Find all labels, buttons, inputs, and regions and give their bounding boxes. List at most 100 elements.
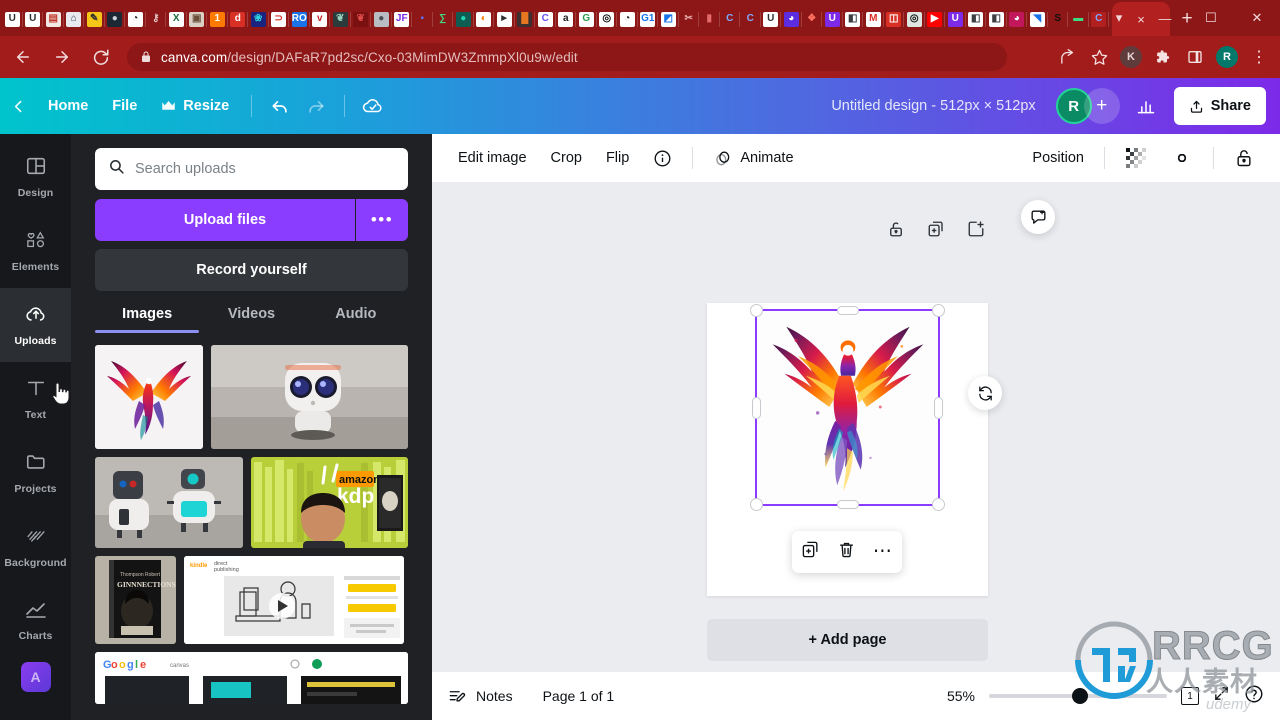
lock-icon[interactable] — [1222, 141, 1266, 175]
tab-book-red[interactable]: ◫ — [884, 5, 905, 33]
record-yourself-button[interactable]: Record yourself — [95, 249, 408, 291]
position-button[interactable]: Position — [1020, 141, 1096, 175]
animate-button[interactable]: Animate — [701, 141, 805, 175]
bookmark-star-icon[interactable] — [1084, 42, 1114, 72]
forward-icon[interactable] — [46, 41, 78, 73]
sidebar-app-tile[interactable]: A — [20, 662, 51, 692]
tab-doc-white-3[interactable]: ◧ — [986, 5, 1007, 33]
upload-thumb-google-search[interactable]: G o o g l e canvas — [95, 652, 408, 704]
upload-more-button[interactable]: ••• — [356, 199, 408, 241]
tab-g-green[interactable]: G — [576, 5, 597, 33]
tab-leaf[interactable]: ❦ — [330, 5, 351, 33]
crop-button[interactable]: Crop — [539, 141, 594, 175]
redo-icon[interactable] — [298, 88, 334, 124]
tab-sigma[interactable]: ∑ — [433, 5, 454, 33]
page-lock-icon[interactable] — [887, 220, 905, 243]
tab-key[interactable]: ⚷ — [146, 5, 167, 33]
tab-globe-2[interactable]: ◔ — [617, 5, 638, 33]
resize-handle-bottom-right[interactable] — [932, 498, 945, 511]
zoom-slider-knob[interactable] — [1072, 688, 1088, 704]
tab-search-chevron-icon[interactable]: ▾ — [1096, 0, 1142, 36]
tab-openai-2[interactable]: ◎ — [904, 5, 925, 33]
add-collaborator-button[interactable]: + — [1083, 88, 1120, 124]
close-window-button[interactable]: ✕ — [1234, 0, 1280, 36]
tab-s-dark[interactable]: S — [1048, 5, 1069, 33]
selection-box[interactable] — [750, 304, 945, 511]
tab-face[interactable]: ● — [105, 5, 126, 33]
tab-excel[interactable]: X — [166, 5, 187, 33]
share-button[interactable]: Share — [1173, 87, 1266, 125]
upload-files-button[interactable]: Upload files — [95, 199, 355, 241]
side-panel-icon[interactable] — [1180, 42, 1210, 72]
tab-bag[interactable]: ▣ — [187, 5, 208, 33]
sidebar-item-projects[interactable]: Projects — [0, 436, 71, 510]
tab-d-red[interactable]: d — [228, 5, 249, 33]
profile-chip-k[interactable]: K — [1116, 42, 1146, 72]
notes-button[interactable]: Notes — [448, 687, 513, 706]
tab-eagle[interactable]: ► — [494, 5, 515, 33]
reload-icon[interactable] — [85, 41, 117, 73]
tab-v-red[interactable]: v — [310, 5, 331, 33]
help-icon[interactable] — [1244, 684, 1264, 709]
file-menu-button[interactable]: File — [100, 88, 149, 124]
tab-doc-white-2[interactable]: ◧ — [966, 5, 987, 33]
edit-image-button[interactable]: Edit image — [446, 141, 539, 175]
tab-blue-doc[interactable]: ◩ — [658, 5, 679, 33]
resize-handle-right[interactable] — [934, 396, 943, 419]
tab-amazon[interactable]: a — [556, 5, 577, 33]
undo-icon[interactable] — [262, 88, 298, 124]
tab-audio[interactable]: Audio — [304, 306, 408, 333]
share-icon[interactable] — [1052, 42, 1082, 72]
tab-c-2[interactable]: C — [740, 5, 761, 33]
tab-c-purple[interactable]: C — [535, 5, 556, 33]
tab-sail[interactable]: ◥ — [1027, 5, 1048, 33]
extensions-puzzle-icon[interactable] — [1148, 42, 1178, 72]
tab-udemy-5[interactable]: U — [945, 5, 966, 33]
sidebar-item-background[interactable]: Background — [0, 510, 71, 584]
search-input[interactable] — [135, 161, 395, 177]
rotate-button[interactable] — [968, 376, 1002, 410]
browser-menu-icon[interactable]: ⋮ — [1244, 42, 1274, 72]
page-count-chip[interactable]: 1 — [1181, 684, 1202, 705]
phoenix-image[interactable] — [757, 311, 938, 504]
tab-udemy-4[interactable]: U — [822, 5, 843, 33]
resize-handle-top-right[interactable] — [932, 304, 945, 317]
resize-handle-top-left[interactable] — [750, 304, 763, 317]
tab-udemy-2[interactable]: U — [23, 5, 44, 33]
tab-g1[interactable]: G1 — [638, 5, 659, 33]
tab-chart[interactable]: █ — [515, 5, 536, 33]
resize-handle-left[interactable] — [752, 396, 761, 419]
tab-ghost[interactable]: ● — [371, 5, 392, 33]
tab-gmail[interactable]: M — [863, 5, 884, 33]
tab-rooster[interactable]: ❦ — [351, 5, 372, 33]
sidebar-item-charts[interactable]: Charts — [0, 584, 71, 658]
tab-doc-white[interactable]: ◧ — [843, 5, 864, 33]
tab-jf[interactable]: JF — [392, 5, 413, 33]
resize-handle-bottom-left[interactable] — [750, 498, 763, 511]
add-page-button[interactable]: + Add page — [707, 619, 988, 661]
tab-one[interactable]: 1 — [207, 5, 228, 33]
back-icon[interactable] — [7, 41, 39, 73]
tab-red-block[interactable]: ▮ — [699, 5, 720, 33]
tab-c-1[interactable]: C — [720, 5, 741, 33]
delete-element-icon[interactable] — [837, 540, 856, 564]
resize-button[interactable]: Resize — [149, 88, 241, 124]
address-bar[interactable]: canva.com/design/DAFaR7pd2sc/Cxo-03MimDW… — [127, 43, 1007, 71]
tab-green-bar[interactable]: ▬ — [1068, 5, 1089, 33]
back-chevron-icon[interactable] — [0, 88, 36, 124]
tab-udemy-3[interactable]: U — [761, 5, 782, 33]
upload-thumb-kdp-thumbnail[interactable]: amazon kdp — [251, 457, 408, 548]
add-page-icon[interactable] — [967, 220, 985, 243]
upload-thumb-kdp-page[interactable]: kindle direct publishing — [184, 556, 404, 644]
tab-ribbon[interactable]: ❀ — [248, 5, 269, 33]
canvas-area[interactable]: ⋯ + Add page ⌃ — [432, 182, 1280, 720]
home-button[interactable]: Home — [36, 88, 100, 124]
tab-images[interactable]: Images — [95, 306, 200, 333]
tab-news[interactable]: ▤ — [43, 5, 64, 33]
comment-add-button[interactable] — [1021, 200, 1055, 234]
flip-button[interactable]: Flip — [594, 141, 641, 175]
cloud-saved-icon[interactable] — [355, 88, 391, 124]
tab-scissors[interactable]: ✂ — [679, 5, 700, 33]
tab-blue-dot[interactable]: ▪ — [412, 5, 433, 33]
tab-udemy-1[interactable]: U — [2, 5, 23, 33]
